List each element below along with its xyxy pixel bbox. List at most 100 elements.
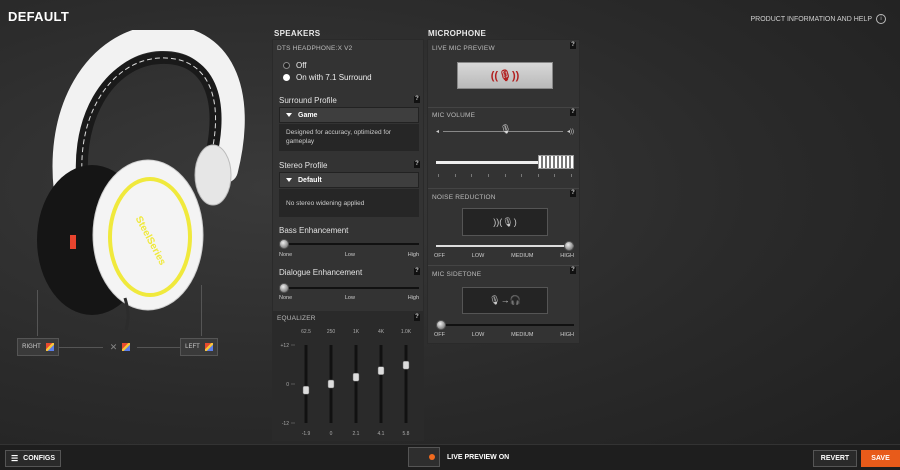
color-flag-icon (204, 343, 213, 351)
eq-band-thumb[interactable] (352, 372, 360, 382)
dropdown-arrow-icon (286, 178, 292, 182)
mic-to-headphone-icon: 🎙→🎧 (489, 295, 521, 305)
bass-thumb[interactable] (279, 239, 289, 249)
equalizer-section: EQUALIZER ? +12 0 -12 62.5 -1.9 250 0 1K 2.1 4K 4.… (273, 311, 423, 441)
bass-scale: None Low High (279, 252, 419, 258)
eq-db-label: -12 (282, 421, 289, 427)
left-node[interactable]: LEFT (180, 338, 218, 356)
mic-volume-meter[interactable] (538, 155, 574, 169)
list-icon: ☰ (10, 454, 19, 463)
radio-icon (283, 62, 290, 69)
eq-band-value: 5.8 (403, 431, 410, 437)
equalizer-title: EQUALIZER (277, 315, 316, 322)
dts-option-off[interactable]: Off (283, 61, 307, 70)
mic-sidetone-title: MIC SIDETONE (432, 271, 482, 278)
mic-volume-help-icon[interactable]: ? (570, 109, 576, 116)
color-flag-icon (45, 343, 54, 351)
speakers-panel: DTS HEADPHONE:X V2 Off On with 7.1 Surro… (272, 39, 424, 441)
configs-button[interactable]: ☰ CONFIGS (5, 450, 61, 467)
save-label: SAVE (871, 455, 890, 462)
center-node[interactable]: ✕ (103, 338, 137, 356)
mic-volume-slider[interactable] (436, 155, 574, 169)
toggle-on-indicator-icon (429, 454, 435, 460)
noise-reduction-help-icon[interactable]: ? (570, 190, 576, 197)
radio-selected-icon (283, 74, 290, 81)
dialogue-scale: None Low High (279, 295, 419, 301)
surround-help-icon[interactable]: ? (414, 96, 420, 103)
mic-volume-fill (436, 161, 540, 164)
sidetone-scale: OFF LOW MEDIUM HIGH (434, 332, 574, 338)
dts-option-off-label: Off (296, 61, 307, 70)
noise-reduction-thumb[interactable] (564, 241, 574, 251)
mic-preview-help-icon[interactable]: ? (570, 42, 576, 49)
mic-volume-ticks (438, 174, 572, 177)
dts-option-surround[interactable]: On with 7.1 Surround (283, 73, 372, 82)
eq-band-label: 62.5 (301, 329, 311, 335)
help-icon: i (876, 14, 886, 24)
eq-band-track (354, 345, 358, 423)
save-button[interactable]: SAVE (861, 450, 900, 467)
eq-band-track (404, 345, 408, 423)
eq-band-label: 1K (353, 329, 360, 335)
product-help-link[interactable]: PRODUCT INFORMATION AND HELP i (751, 14, 886, 24)
noise-reduction-mic-icon: ))(🎙) (493, 216, 517, 227)
sidetone-thumb[interactable] (436, 320, 446, 330)
surround-profile-dropdown[interactable]: Game (279, 107, 419, 123)
scale-label: HIGH (560, 253, 574, 259)
noise-reduction-track (436, 245, 574, 247)
right-node[interactable]: RIGHT (17, 338, 59, 356)
microphone-panel: LIVE MIC PREVIEW ? ((🎙)) MIC VOLUME ? ◂ … (427, 39, 580, 344)
microphone-icon: 🎙 (500, 124, 512, 134)
sidetone-slider[interactable] (436, 320, 574, 330)
eq-db-label: 0 (286, 382, 289, 388)
surround-profile-value: Game (298, 111, 318, 119)
noise-reduction-preview: ))(🎙) (462, 208, 548, 236)
live-mic-preview-button[interactable]: ((🎙)) (457, 62, 553, 89)
help-link-label: PRODUCT INFORMATION AND HELP (750, 15, 872, 23)
surround-profile-label: Surround Profile (279, 96, 337, 105)
stereo-description: No stereo widening applied (279, 189, 419, 217)
dialogue-thumb[interactable] (279, 283, 289, 293)
sidetone-help-icon[interactable]: ? (570, 267, 576, 274)
headset-image: SteelSeries (37, 30, 245, 330)
scale-label: LOW (471, 332, 485, 338)
sidetone-preview: 🎙→🎧 (462, 287, 548, 314)
dialogue-help-icon[interactable]: ? (414, 268, 420, 275)
scale-label: MEDIUM (511, 332, 534, 338)
live-preview-toggle[interactable] (408, 447, 440, 467)
bass-track (279, 243, 419, 245)
speakers-heading: SPEAKERS (274, 29, 321, 38)
dts-title: DTS HEADPHONE:X V2 (277, 45, 353, 52)
eq-band-value: -1.9 (302, 431, 311, 437)
scale-label: High (407, 252, 419, 258)
bass-slider[interactable] (279, 239, 419, 249)
scale-label: None (279, 252, 293, 258)
noise-reduction-slider[interactable] (436, 241, 574, 251)
eq-band-thumb[interactable] (402, 360, 410, 370)
dialogue-track (279, 287, 419, 289)
mic-broadcast-icon: ((🎙)) (490, 70, 520, 82)
dts-option-surround-label: On with 7.1 Surround (296, 73, 372, 82)
dialogue-slider[interactable] (279, 283, 419, 293)
eq-band-thumb[interactable] (377, 366, 385, 375)
page-title: DEFAULT (8, 9, 70, 24)
eq-band-track (379, 345, 383, 423)
stereo-profile-dropdown[interactable]: Default (279, 172, 419, 188)
eq-band-thumb[interactable] (327, 379, 335, 389)
volume-low-icon: ◂ (436, 129, 440, 135)
eq-band-thumb[interactable] (302, 385, 310, 395)
surround-description: Designed for accuracy, optimized for gam… (279, 124, 419, 151)
revert-label: REVERT (820, 455, 850, 462)
eq-band-value: 2.1 (353, 431, 360, 437)
equalizer-help-icon[interactable]: ? (414, 314, 420, 321)
stereo-help-icon[interactable]: ? (414, 161, 420, 168)
revert-button[interactable]: REVERT (813, 450, 857, 467)
color-flag-icon (122, 343, 131, 351)
microphone-heading: MICROPHONE (428, 29, 487, 38)
right-node-label: RIGHT (22, 344, 41, 350)
equalizer-graph[interactable]: +12 0 -12 62.5 -1.9 250 0 1K 2.1 4K 4.1 1.0K 5.8 (273, 325, 423, 439)
eq-band-track (304, 345, 308, 423)
eq-band-label: 1.0K (401, 329, 412, 335)
scale-label: OFF (434, 253, 445, 259)
scale-label: OFF (434, 332, 445, 338)
